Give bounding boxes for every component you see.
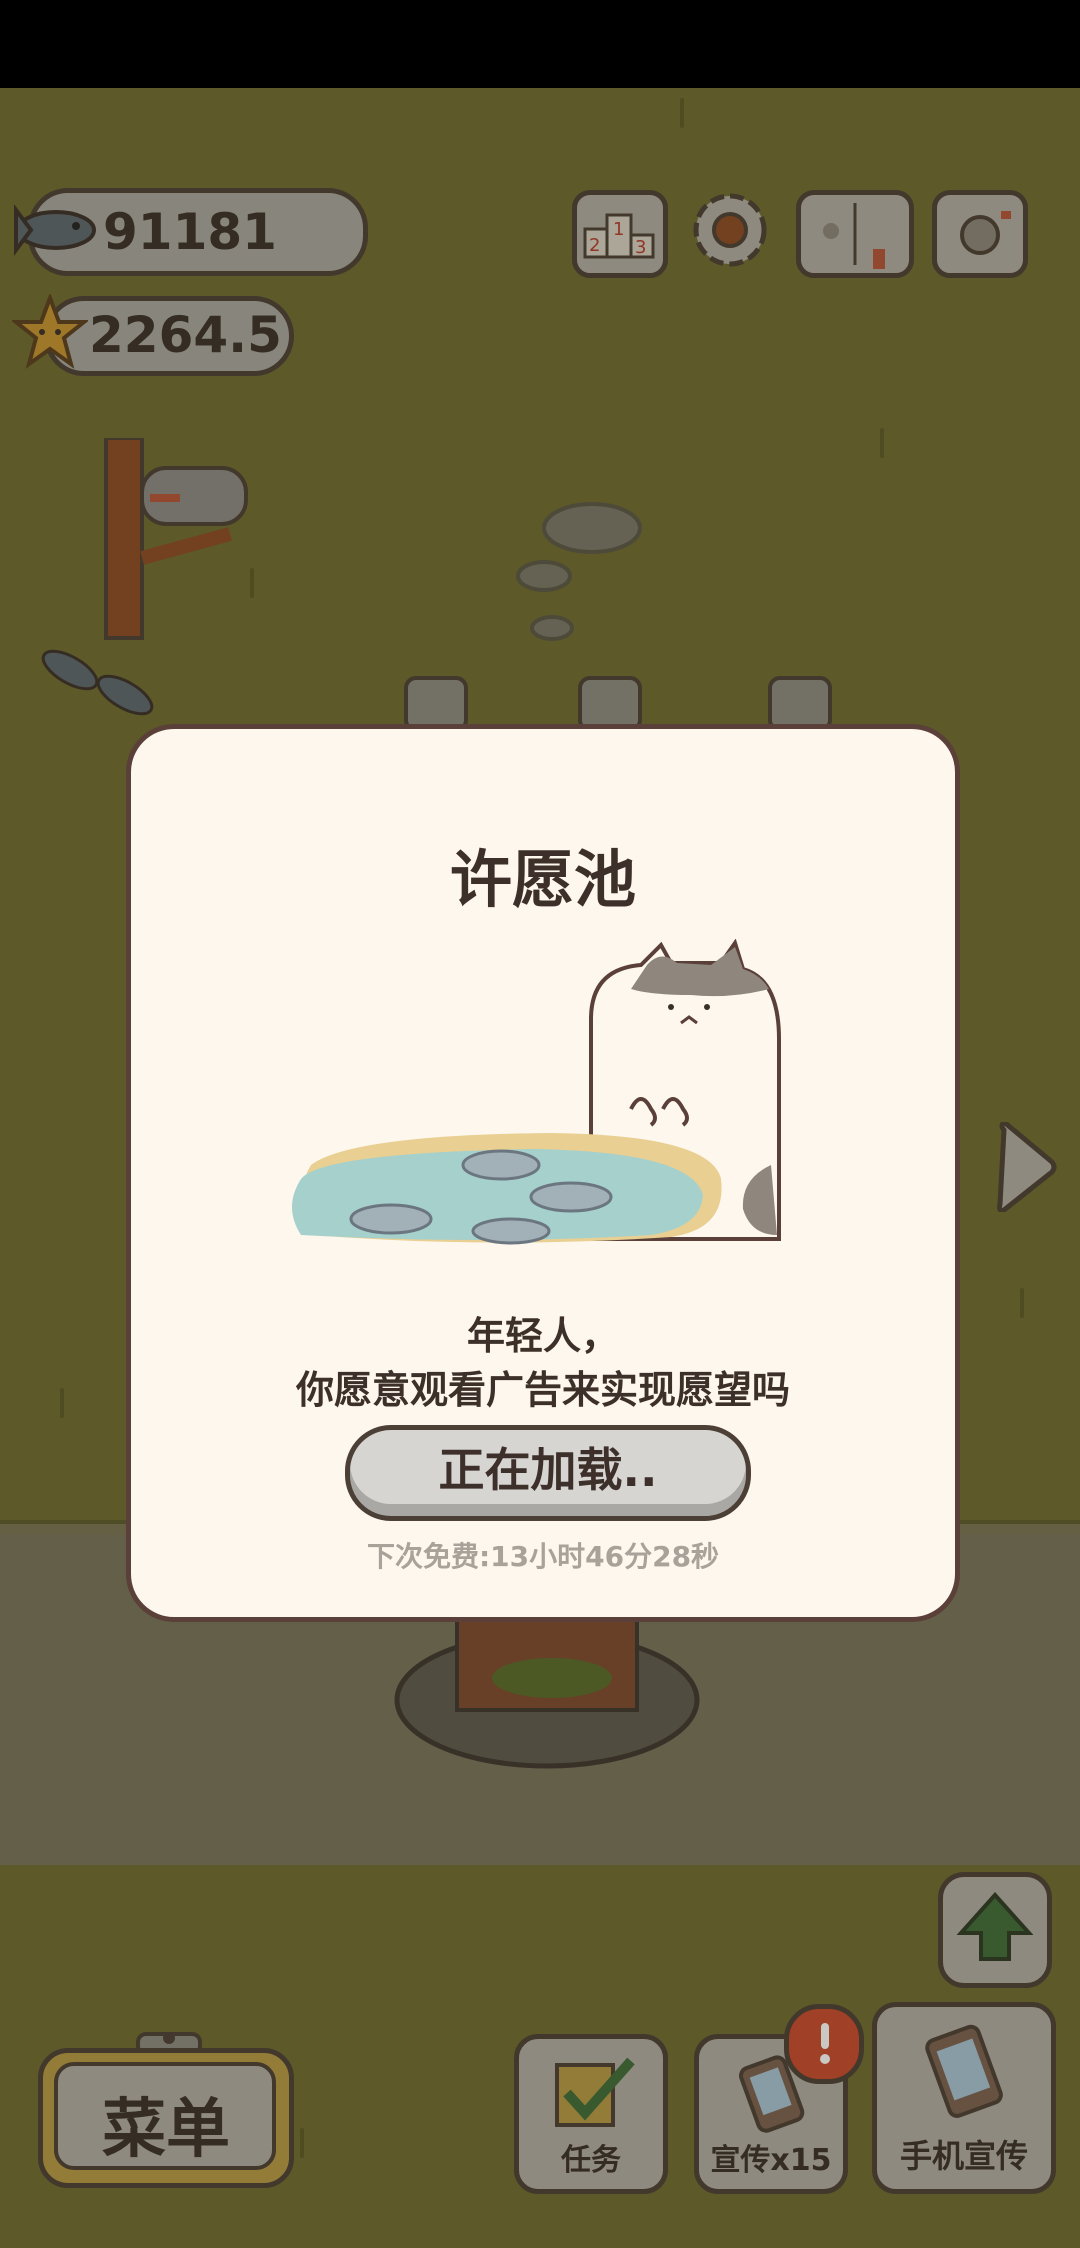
dialog-title: 许愿池 — [449, 843, 636, 916]
watch-ad-button[interactable]: 正在加载.. — [345, 1425, 751, 1521]
dialog-line-1: 年轻人， — [466, 1314, 619, 1358]
status-bar — [0, 0, 1080, 88]
wishing-pond-dialog: 许愿池 年轻人， 你愿意观看广告来实现愿望吗 正在加载.. 下次免费:13小时4… — [126, 724, 960, 1622]
dialog-message: 年轻人， 你愿意观看广告来实现愿望吗 — [131, 1309, 955, 1417]
dialog-line-2: 你愿意观看广告来实现愿望吗 — [295, 1368, 790, 1412]
free-timer: 下次免费:13小时46分28秒 — [366, 1540, 720, 1573]
cat-and-pond-illustration — [292, 939, 781, 1245]
